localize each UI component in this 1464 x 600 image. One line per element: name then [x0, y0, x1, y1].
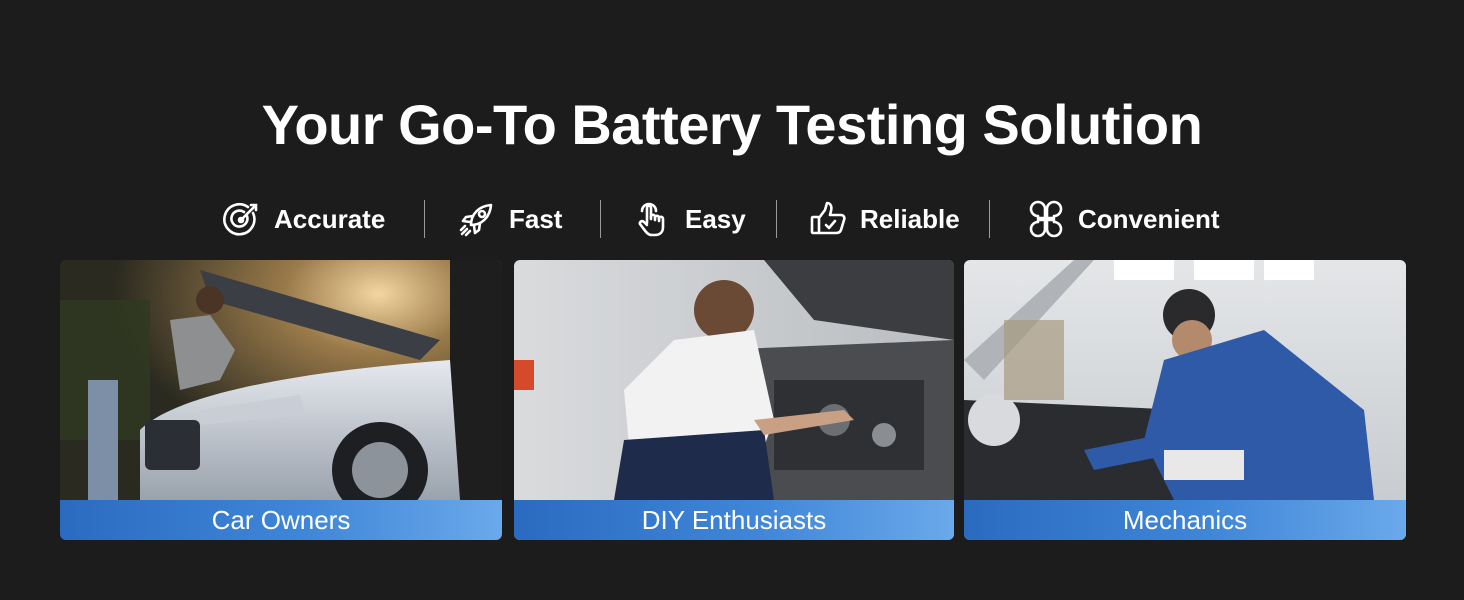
- car-owner-photo: [60, 260, 502, 540]
- feature-divider: [989, 200, 990, 238]
- feature-label-easy: Easy: [685, 203, 746, 234]
- card-caption: Mechanics: [964, 500, 1406, 540]
- mechanic-photo: [964, 260, 1406, 540]
- feature-convenient: Convenient: [1026, 196, 1220, 242]
- feature-fast: Fast: [457, 196, 562, 242]
- card-caption: Car Owners: [60, 500, 502, 540]
- audience-cards: Car Owners DIY Enthusiasts Mechanics: [0, 260, 1464, 540]
- page-title: Your Go-To Battery Testing Solution: [261, 93, 1203, 156]
- four-petal-icon: [1029, 200, 1063, 238]
- feature-divider: [600, 200, 601, 238]
- rocket-icon: [459, 203, 493, 237]
- feature-easy: Easy: [633, 196, 746, 242]
- card-mechanics: Mechanics: [964, 260, 1406, 540]
- target-icon: [223, 202, 258, 236]
- feature-reliable: Reliable: [808, 196, 960, 242]
- feature-divider: [776, 200, 777, 238]
- feature-label-convenient: Convenient: [1078, 203, 1220, 234]
- card-caption: DIY Enthusiasts: [514, 500, 954, 540]
- pointer-hand-icon: [638, 202, 665, 237]
- feature-divider: [424, 200, 425, 238]
- feature-accurate: Accurate: [222, 196, 385, 242]
- feature-label-fast: Fast: [509, 203, 563, 234]
- thumbs-up-icon: [810, 201, 846, 235]
- feature-label-reliable: Reliable: [860, 203, 960, 234]
- feature-bar: Accurate Fast Easy Reliable Convenient: [0, 196, 1464, 242]
- diy-enthusiast-photo: [514, 260, 954, 540]
- feature-label-accurate: Accurate: [274, 203, 386, 234]
- card-diy-enthusiasts: DIY Enthusiasts: [514, 260, 954, 540]
- card-car-owners: Car Owners: [60, 260, 502, 540]
